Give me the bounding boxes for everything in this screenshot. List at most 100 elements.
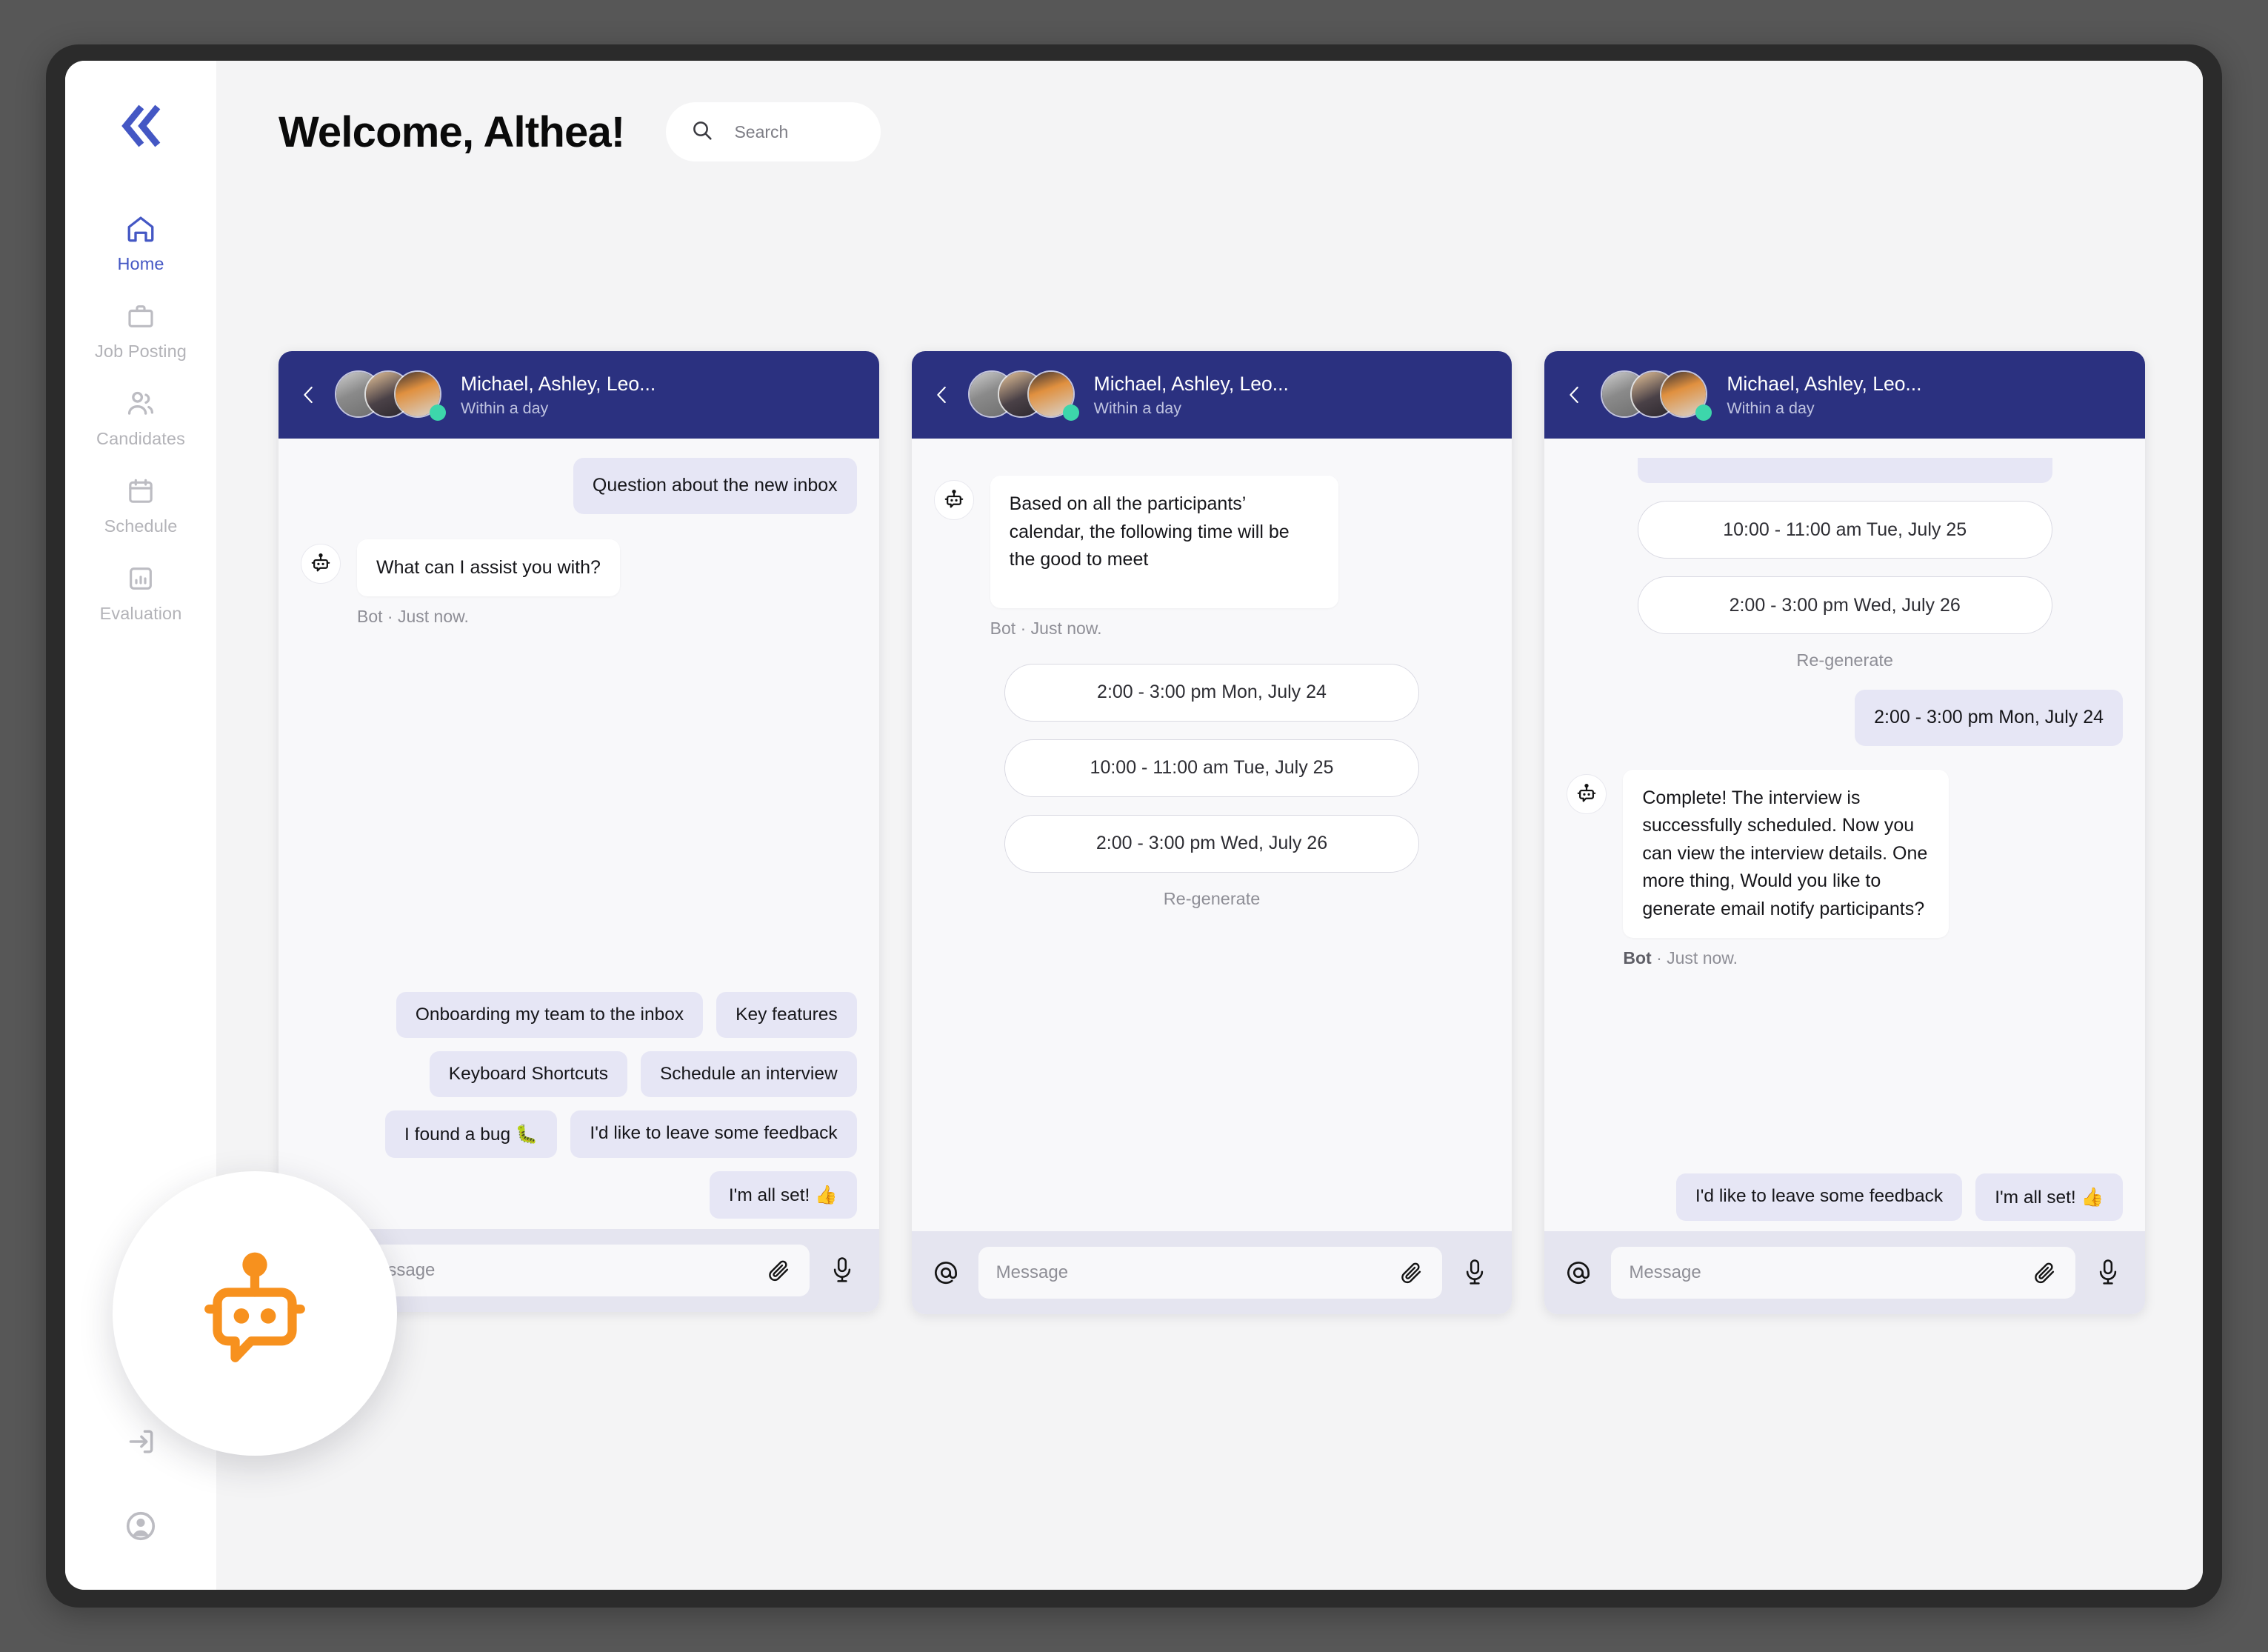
user-message-bubble: Question about the new inbox — [573, 458, 857, 514]
quick-reply-chip[interactable]: Onboarding my team to the inbox — [396, 992, 704, 1038]
meta-time: Just now. — [397, 607, 469, 627]
regenerate-button[interactable]: Re-generate — [1567, 650, 2123, 670]
sidebar-item-label: Schedule — [104, 516, 178, 536]
bot-avatar-icon — [933, 480, 974, 520]
regenerate-button[interactable]: Re-generate — [934, 889, 1490, 909]
quick-reply-chip[interactable]: Keyboard Shortcuts — [429, 1051, 627, 1097]
online-status-dot — [430, 404, 446, 421]
robot-bot-icon — [182, 1239, 327, 1388]
chevron-left-icon[interactable] — [930, 382, 955, 407]
sidebar-item-home[interactable]: Home — [65, 200, 216, 287]
message-input[interactable]: Message — [345, 1245, 810, 1296]
meta-time: Just now. — [1667, 948, 1738, 968]
paperclip-icon[interactable] — [764, 1256, 793, 1285]
logout-icon[interactable] — [123, 1424, 159, 1459]
chevron-left-icon[interactable] — [1562, 382, 1587, 407]
sidebar-item-label: Home — [117, 254, 164, 273]
scrolled-partial-bubble — [1637, 458, 2052, 483]
quick-reply-chip[interactable]: Key features — [716, 992, 857, 1038]
double-chevron-left-logo[interactable] — [113, 98, 169, 154]
paperclip-icon[interactable] — [1396, 1258, 1426, 1288]
sidebar-item-job-posting[interactable]: Job Posting — [65, 287, 216, 375]
conversation-header-text: Michael, Ashley, Leo... Within a day — [461, 373, 656, 418]
conversation-title: Michael, Ashley, Leo... — [1727, 372, 1922, 395]
sidebar-item-candidates[interactable]: Candidates — [65, 375, 216, 462]
meta-author: Bot — [990, 618, 1016, 638]
sidebar-item-label: Job Posting — [95, 342, 187, 361]
time-slot-option[interactable]: 2:00 - 3:00 pm Mon, July 24 — [1004, 663, 1419, 722]
search-input[interactable]: Search — [666, 102, 881, 161]
time-slot-options: 10:00 - 11:00 am Tue, July 25 2:00 - 3:0… — [1567, 501, 2123, 634]
online-status-dot — [1062, 404, 1079, 421]
conversation-title: Michael, Ashley, Leo... — [1093, 372, 1289, 395]
topbar: Welcome, Althea! Search — [279, 61, 2203, 161]
chat-panel-2: Michael, Ashley, Leo... Within a day Bas… — [911, 351, 1512, 1314]
bot-avatar-icon — [1567, 773, 1607, 814]
sidebar-item-schedule[interactable]: Schedule — [65, 462, 216, 550]
conversation-header-text: Michael, Ashley, Leo... Within a day — [1094, 373, 1289, 418]
quick-reply-chip[interactable]: I'd like to leave some feedback — [570, 1110, 857, 1158]
sidebar-nav: Home Job Posting Candidates Schedule Eva… — [65, 200, 216, 637]
sidebar-item-label: Candidates — [96, 429, 185, 448]
meta-author: Bot — [1623, 948, 1652, 968]
message-input[interactable]: Message — [1611, 1247, 2076, 1299]
bot-message-bubble: Complete! The interview is successfully … — [1623, 769, 1950, 939]
participant-avatars — [335, 370, 446, 421]
bar-chart-icon — [124, 562, 158, 596]
chat-panels-row: Michael, Ashley, Leo... Within a day Que… — [279, 351, 2146, 1314]
message-meta: Bot · Just now. — [1623, 948, 2123, 968]
briefcase-icon — [124, 299, 158, 333]
quick-reply-chip[interactable]: I'd like to leave some feedback — [1675, 1173, 1963, 1221]
panel-2-body: Based on all the participants’ calendar,… — [912, 439, 1512, 1231]
message-meta: Bot · Just now. — [990, 619, 1490, 639]
main-content: Welcome, Althea! Search Michael, Ashley,… — [216, 61, 2203, 1590]
bot-avatar-icon — [301, 543, 341, 584]
quick-reply-chip[interactable]: I'm all set! 👍 — [709, 1171, 857, 1219]
at-mention-icon[interactable] — [930, 1256, 962, 1289]
conversation-title: Michael, Ashley, Leo... — [461, 372, 656, 395]
message-row-user: 2:00 - 3:00 pm Mon, July 24 — [1567, 690, 2124, 746]
panel-1-body: Question about the new inbox What can I … — [279, 439, 879, 1229]
microphone-icon[interactable] — [1458, 1255, 1491, 1290]
time-slot-option[interactable]: 2:00 - 3:00 pm Wed, July 26 — [1637, 576, 2052, 634]
bot-message-bubble: What can I assist you with? — [357, 539, 620, 597]
message-composer: Message — [1544, 1231, 2146, 1314]
people-icon — [124, 387, 158, 421]
conversation-header-text: Michael, Ashley, Leo... Within a day — [1727, 373, 1921, 418]
quick-reply-chips: I'd like to leave some feedback I'm all … — [1567, 1173, 2124, 1221]
account-circle-icon[interactable] — [123, 1508, 159, 1544]
paperclip-icon[interactable] — [2029, 1258, 2059, 1288]
calendar-icon — [124, 474, 158, 508]
time-slot-option[interactable]: 10:00 - 11:00 am Tue, July 25 — [1004, 739, 1419, 797]
page-title: Welcome, Althea! — [279, 107, 625, 156]
time-slot-option[interactable]: 10:00 - 11:00 am Tue, July 25 — [1637, 501, 2052, 559]
conversation-header: Michael, Ashley, Leo... Within a day — [279, 351, 879, 439]
message-row-user: Question about the new inbox — [301, 458, 857, 514]
time-slot-option[interactable]: 2:00 - 3:00 pm Wed, July 26 — [1004, 814, 1419, 873]
meta-separator: · — [1656, 948, 1667, 968]
meta-time: Just now. — [1030, 618, 1102, 638]
microphone-icon[interactable] — [826, 1253, 858, 1288]
participant-avatars — [967, 370, 1079, 421]
quick-reply-chips: Onboarding my team to the inbox Key feat… — [301, 992, 857, 1219]
online-status-dot — [1695, 404, 1712, 421]
message-input-placeholder: Message — [995, 1262, 1069, 1282]
sidebar-bottom-icons — [65, 1424, 216, 1590]
quick-reply-chip[interactable]: Schedule an interview — [640, 1051, 857, 1097]
search-icon — [690, 118, 715, 147]
quick-reply-chip[interactable]: I'm all set! 👍 — [1975, 1173, 2124, 1221]
bot-assistant-fab[interactable] — [113, 1171, 397, 1456]
quick-reply-chip[interactable]: I found a bug 🐛 — [385, 1110, 558, 1158]
panel-3-body: 10:00 - 11:00 am Tue, July 25 2:00 - 3:0… — [1544, 439, 2145, 1231]
chevron-left-icon[interactable] — [296, 382, 321, 407]
app-viewport: Home Job Posting Candidates Schedule Eva… — [65, 61, 2203, 1590]
microphone-icon[interactable] — [2092, 1255, 2124, 1290]
message-input[interactable]: Message — [978, 1247, 1443, 1299]
user-selected-slot-bubble: 2:00 - 3:00 pm Mon, July 24 — [1855, 690, 2124, 746]
bot-message-bubble: Based on all the participants’ calendar,… — [990, 476, 1338, 608]
message-row-bot: Based on all the participants’ calendar,… — [933, 476, 1490, 608]
sidebar-item-evaluation[interactable]: Evaluation — [65, 550, 216, 637]
at-mention-icon[interactable] — [1562, 1256, 1595, 1289]
home-icon — [124, 212, 158, 246]
message-input-placeholder: Message — [1629, 1262, 1701, 1282]
